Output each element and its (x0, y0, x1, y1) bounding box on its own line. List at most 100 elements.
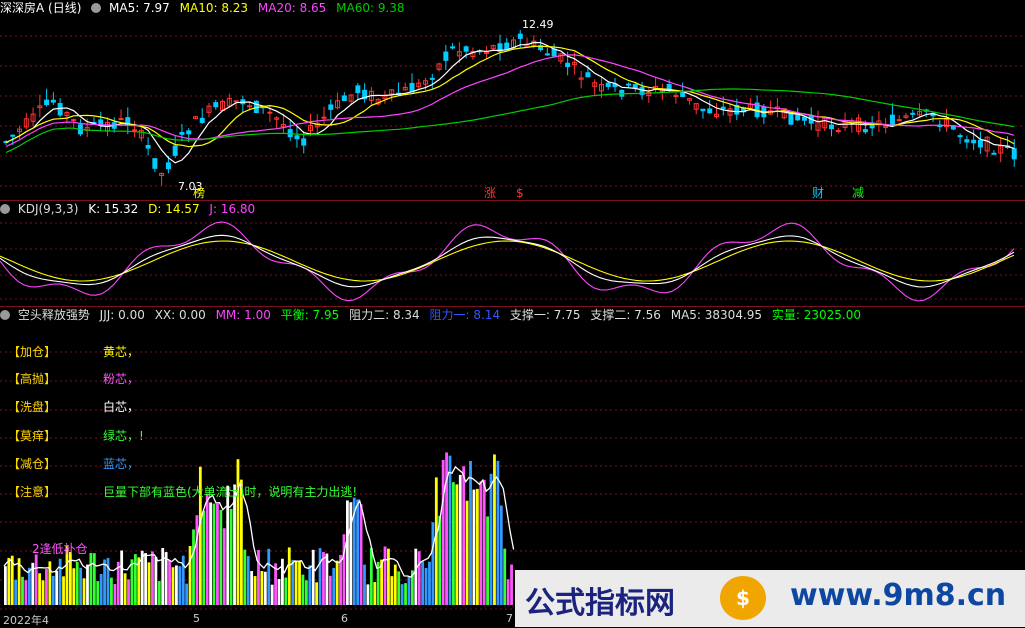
volume-bar (455, 484, 459, 605)
volume-bar (257, 550, 260, 605)
zhicheng2-readout: 支撑二: 7.56 (590, 308, 661, 322)
zuli1-readout: 阻力一: 8.14 (429, 308, 501, 322)
candle-body (429, 77, 435, 80)
indicator-settings-dot-icon[interactable] (0, 310, 10, 320)
volume-bar (123, 573, 127, 605)
candle-body (328, 104, 334, 110)
volume-bar (75, 561, 79, 605)
volume-bar (178, 566, 182, 605)
candle-body (626, 83, 632, 86)
date-tick: 7 (506, 612, 513, 625)
candle-body (707, 108, 713, 114)
candle-body (118, 118, 124, 121)
volume-bar (253, 576, 257, 605)
legend-row: 【减仓】 蓝芯， (8, 455, 139, 472)
volume-bar (226, 485, 230, 605)
zhicheng1-readout: 支撑一: 7.75 (509, 308, 581, 322)
volume-bar (342, 534, 346, 605)
candle-body (977, 139, 983, 148)
volume-bar (89, 552, 93, 605)
candle-body (788, 113, 794, 125)
price-chart[interactable]: 12.497.03榜涨 $ 财减 (0, 0, 1025, 200)
volume-bar (311, 549, 315, 605)
volume-bar (510, 564, 513, 605)
kdj-chart[interactable] (0, 201, 1025, 306)
volume-bar (294, 560, 298, 605)
volume-bar (359, 504, 363, 605)
volume-bar (130, 559, 134, 605)
volume-bar (209, 502, 212, 605)
volume-bar (397, 571, 401, 605)
volume-bar (277, 579, 281, 605)
signal-marker: $ (516, 186, 524, 200)
volume-bar (4, 566, 7, 605)
volume-bar (404, 583, 407, 605)
legend-row: 【莫痒】 绿芯，! (8, 427, 144, 444)
candle-body (355, 85, 361, 94)
volume-bar (72, 568, 76, 605)
date-tick: 2022年4 (3, 614, 49, 627)
volume-bar (472, 489, 476, 605)
jjj-readout: JJJ: 0.00 (99, 308, 145, 322)
volume-bar (212, 503, 216, 605)
candle-body (829, 124, 835, 130)
volume-bar (328, 575, 332, 605)
volume-bar (431, 522, 435, 605)
volume-bar (465, 500, 469, 605)
candle-body (50, 99, 56, 103)
volume-bar (263, 571, 267, 605)
volume-bar (499, 505, 503, 605)
candle-body (57, 103, 63, 116)
watermark-url: www.9m8.cn (790, 578, 1007, 613)
volume-bar (205, 493, 209, 605)
candle-body (896, 119, 902, 122)
legend-text: 粉芯， (103, 372, 140, 386)
ma20-line (5, 54, 1015, 148)
volume-bar (82, 578, 86, 605)
indicator-title[interactable]: 空头释放强势 (18, 308, 90, 322)
volume-bar (308, 565, 312, 605)
volume-bar (127, 579, 130, 605)
legend-text: 白芯， (103, 400, 140, 414)
volume-bar (157, 581, 161, 605)
volume-bar (168, 560, 171, 605)
volume-bar (27, 567, 31, 605)
volume-bar (496, 460, 500, 605)
volume-bar (356, 499, 360, 605)
volume-bar (103, 559, 106, 605)
site-watermark: 公式指标网 $ www.9m8.cn (515, 570, 1025, 627)
volume-bar (414, 548, 418, 605)
volume-bar (96, 581, 100, 605)
volume-bar (161, 548, 165, 605)
volume-bar (45, 569, 48, 605)
legend-key: 【注意】 (8, 485, 57, 499)
legend-key: 【减仓】 (8, 457, 57, 471)
volume-bar (390, 576, 394, 605)
volume-bar (147, 562, 151, 605)
volume-bar (246, 556, 250, 605)
candle-body (964, 139, 970, 143)
volume-bar (110, 577, 113, 605)
volume-bar (14, 579, 18, 605)
candle-body (463, 46, 469, 52)
volume-bar (281, 558, 284, 605)
volume-bar (400, 584, 404, 605)
volume-bar (229, 508, 233, 605)
volume-bar (151, 551, 154, 605)
candle-body (341, 95, 347, 102)
legend-key: 【莫痒】 (8, 429, 57, 443)
signal-marker: 涨 (484, 185, 496, 200)
candle-body (517, 33, 523, 39)
volume-bar (448, 455, 452, 605)
candle-body (294, 135, 300, 140)
candle-body (301, 138, 307, 146)
volume-bar (154, 556, 158, 605)
ma5-line (5, 41, 1015, 164)
volume-bar (236, 459, 240, 605)
candle-body (145, 145, 151, 149)
volume-bar (417, 551, 421, 605)
candle-body (605, 82, 611, 87)
volume-bar (428, 561, 431, 605)
volume-bar (452, 482, 455, 605)
zuli2-readout: 阻力二: 8.34 (349, 308, 420, 322)
